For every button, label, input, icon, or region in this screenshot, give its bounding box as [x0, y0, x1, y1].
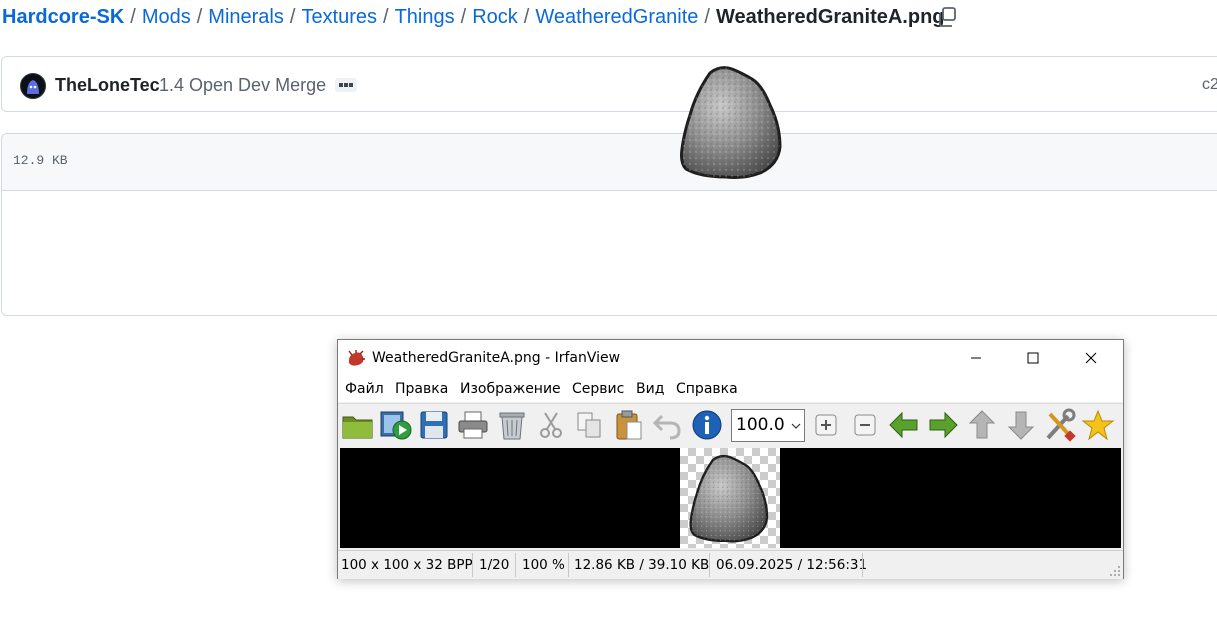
ellipsis-icon — [339, 83, 353, 87]
menu-image[interactable]: Изображение — [460, 381, 561, 397]
breadcrumb-link-things[interactable]: Things — [395, 6, 455, 28]
minimize-button[interactable] — [953, 340, 999, 376]
toolbar: 100.0 — [338, 403, 1123, 447]
breadcrumb-link-rock[interactable]: Rock — [472, 6, 518, 28]
menu-bar: Файл Правка Изображение Сервис Вид Справ… — [338, 378, 1123, 402]
status-divider — [862, 553, 863, 577]
next-icon[interactable] — [925, 408, 961, 442]
status-file-size: 12.86 KB / 39.10 KB — [574, 557, 710, 573]
settings-icon[interactable] — [1042, 408, 1078, 442]
commit-message[interactable]: 1.4 Open Dev Merge — [159, 75, 326, 96]
image-viewport[interactable] — [340, 448, 1121, 548]
menu-help[interactable]: Справка — [676, 381, 738, 397]
paste-icon[interactable] — [611, 408, 647, 442]
favorites-icon[interactable] — [1080, 408, 1116, 442]
last-icon[interactable] — [1003, 408, 1039, 442]
zoom-in-icon[interactable] — [808, 408, 844, 442]
zoom-out-icon[interactable] — [847, 408, 883, 442]
resize-grip-icon[interactable] — [1109, 565, 1121, 577]
breadcrumb-separator: / — [383, 6, 389, 28]
breadcrumb-link-repo[interactable]: Hardcore-SK — [2, 6, 124, 28]
breadcrumb: Hardcore-SK / Mods / Minerals / Textures / Thing… — [2, 5, 945, 29]
commit-hash[interactable]: c2 — [1202, 76, 1217, 94]
breadcrumb-link-mods[interactable]: Mods — [142, 6, 191, 28]
status-divider — [515, 553, 516, 577]
status-zoom: 100 % — [522, 557, 565, 573]
delete-icon[interactable] — [494, 408, 530, 442]
breadcrumb-separator: / — [460, 6, 467, 28]
breadcrumb-link-textures[interactable]: Textures — [301, 6, 377, 28]
file-size: 12.9 KB — [13, 153, 68, 168]
status-bar: 100 x 100 x 32 BPP 1/20 100 % 12.86 KB /… — [338, 550, 1123, 579]
avatar-image-icon — [27, 80, 39, 94]
zoom-value: 100.0 — [736, 415, 785, 435]
menu-edit[interactable]: Правка — [395, 381, 448, 397]
status-divider — [709, 553, 710, 577]
menu-options[interactable]: Сервис — [572, 381, 624, 397]
maximize-button[interactable] — [1010, 340, 1056, 376]
image-preview-rock — [689, 454, 769, 543]
breadcrumb-separator: / — [196, 6, 203, 28]
breadcrumb-separator: / — [704, 6, 710, 28]
undo-icon[interactable] — [650, 408, 686, 442]
menu-file[interactable]: Файл — [345, 381, 384, 397]
copy-icon[interactable] — [572, 408, 608, 442]
file-viewer: 12.9 KB — [1, 133, 1217, 316]
status-dimensions: 100 x 100 x 32 BPP — [341, 557, 473, 573]
avatar[interactable] — [20, 73, 46, 99]
breadcrumb-separator: / — [130, 6, 136, 28]
close-button[interactable] — [1068, 340, 1114, 376]
status-date-time: 06.09.2025 / 12:56:31 — [716, 557, 868, 573]
slideshow-icon[interactable] — [378, 408, 414, 442]
chevron-down-icon — [791, 423, 801, 429]
latest-commit-bar: TheLoneTec 1.4 Open Dev Merge c2 — [1, 56, 1217, 112]
print-icon[interactable] — [455, 408, 491, 442]
cut-icon[interactable] — [533, 408, 569, 442]
copy-path-icon[interactable] — [936, 6, 958, 28]
transparency-checkerboard — [680, 448, 780, 548]
commit-author[interactable]: TheLoneTec — [55, 75, 160, 96]
status-divider — [472, 553, 473, 577]
first-icon[interactable] — [964, 408, 1000, 442]
save-icon[interactable] — [416, 408, 452, 442]
breadcrumb-separator: / — [523, 6, 530, 28]
open-folder-icon[interactable] — [340, 408, 376, 442]
status-file-index: 1/20 — [479, 557, 510, 573]
zoom-select[interactable]: 100.0 — [731, 409, 805, 442]
info-icon[interactable] — [689, 408, 725, 442]
breadcrumb-link-minerals[interactable]: Minerals — [208, 6, 284, 28]
status-divider — [568, 553, 569, 577]
breadcrumb-link-weatheredgranite[interactable]: WeatheredGranite — [535, 6, 698, 28]
irfanview-app-icon[interactable] — [346, 349, 366, 369]
breadcrumb-separator: / — [289, 6, 296, 28]
window-titlebar[interactable]: WeatheredGraniteA.png - IrfanView — [338, 340, 1123, 378]
irfanview-window: WeatheredGraniteA.png - IrfanView Файл П… — [337, 339, 1124, 579]
previous-icon[interactable] — [886, 408, 922, 442]
file-preview-image — [680, 66, 782, 179]
window-title: WeatheredGraniteA.png - IrfanView — [372, 350, 621, 366]
expand-commit-button[interactable] — [335, 78, 357, 92]
menu-view[interactable]: Вид — [636, 381, 664, 397]
breadcrumb-current-file: WeatheredGraniteA.png — [715, 6, 945, 28]
file-header: 12.9 KB — [2, 134, 1217, 191]
